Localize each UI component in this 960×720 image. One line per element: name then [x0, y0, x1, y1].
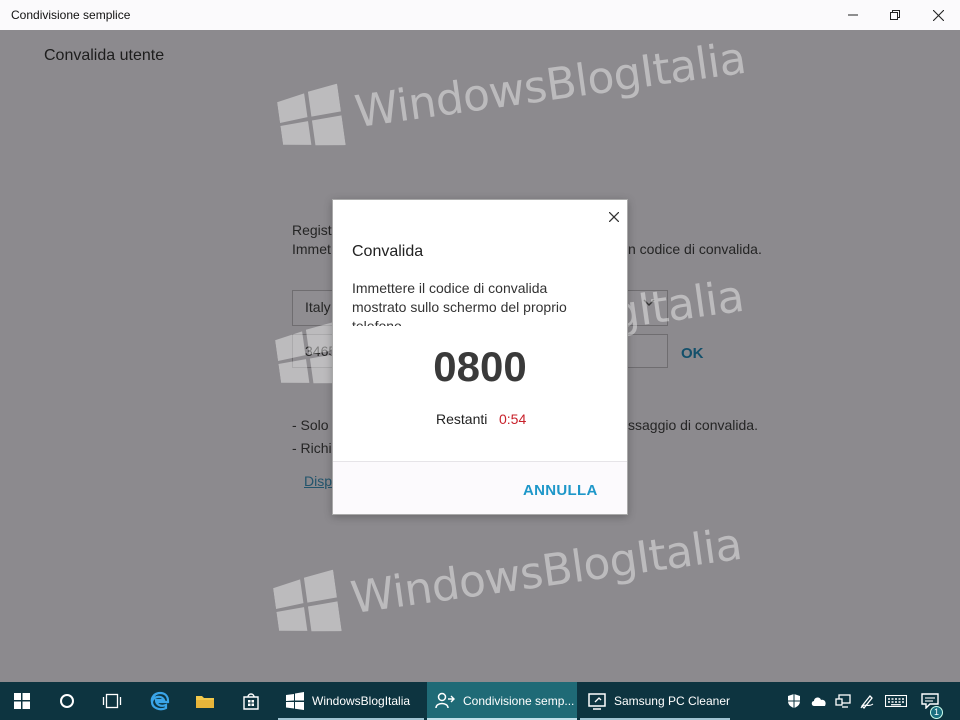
- dialog-close-button[interactable]: [605, 208, 623, 226]
- taskbar-app-label: WindowsBlogItalia: [312, 694, 411, 708]
- taskbar: WindowsBlogItalia Condivisione semp... S…: [0, 682, 960, 720]
- network-icon: [835, 694, 851, 708]
- dialog-title: Convalida: [352, 243, 424, 260]
- title-bar: Condivisione semplice: [0, 0, 960, 30]
- minimize-icon: [848, 14, 858, 16]
- onedrive-tray-button[interactable]: [806, 682, 832, 720]
- pen-workspace-icon: [860, 695, 874, 709]
- shield-icon: [788, 694, 800, 708]
- restore-button[interactable]: [872, 0, 918, 30]
- restore-icon: [890, 10, 900, 20]
- folder-icon: [196, 696, 214, 708]
- edge-button[interactable]: [138, 682, 182, 720]
- close-icon: [609, 212, 619, 222]
- taskbar-app-condivisione[interactable]: Condivisione semp...: [427, 682, 577, 720]
- note-line2: - Richi: [292, 440, 332, 456]
- taskbar-app-samsung-pc-cleaner[interactable]: Samsung PC Cleaner: [580, 682, 730, 720]
- remaining-label: Restanti: [436, 411, 488, 427]
- remaining-time: 0:54: [499, 411, 527, 427]
- task-view-icon: [102, 693, 122, 709]
- cortana-button[interactable]: [45, 682, 89, 720]
- intro-text-line2-tail: n codice di convalida.: [628, 241, 762, 257]
- defender-tray-button[interactable]: [781, 682, 807, 720]
- taskbar-app-windowsblogitalia[interactable]: WindowsBlogItalia: [278, 682, 424, 720]
- keyboard-icon: [885, 695, 907, 707]
- watermark: WindowsBlogItalia: [276, 30, 750, 154]
- window-title: Condivisione semplice: [11, 8, 131, 22]
- touch-keyboard-tray-button[interactable]: [880, 682, 912, 720]
- cortana-circle-icon: [60, 694, 74, 708]
- notification-count-badge: 1: [930, 706, 943, 719]
- intro-text-line2: Immet: [292, 241, 331, 257]
- chevron-down-icon: [643, 299, 655, 306]
- close-window-button[interactable]: [915, 0, 960, 30]
- taskbar-app-label: Condivisione semp...: [463, 694, 575, 708]
- validation-code: 0800: [433, 343, 527, 390]
- minimize-button[interactable]: [830, 0, 876, 30]
- task-view-button[interactable]: [90, 682, 134, 720]
- watermark-text: WindowsBlogItalia: [351, 32, 749, 138]
- intro-text-line1: Regist: [292, 222, 332, 238]
- watermark: WindowsBlogItalia: [272, 513, 746, 640]
- dialog-message: Immettere il codice di convalida mostrat…: [352, 280, 567, 326]
- store-button[interactable]: [229, 682, 273, 720]
- ok-button[interactable]: OK: [681, 345, 704, 362]
- windows-watermark-icon: [273, 569, 342, 632]
- page-title: Convalida utente: [44, 47, 165, 64]
- windows-logo-icon: [286, 692, 304, 710]
- windows-watermark-icon: [277, 83, 346, 146]
- network-tray-button[interactable]: [830, 682, 856, 720]
- taskbar-app-label: Samsung PC Cleaner: [613, 694, 730, 708]
- file-explorer-button[interactable]: [183, 682, 227, 720]
- pc-cleaner-icon: [588, 693, 606, 710]
- cloud-icon: [811, 697, 826, 706]
- pen-tray-button[interactable]: [854, 682, 880, 720]
- note-line1: - Solo: [292, 417, 329, 433]
- close-icon: [932, 9, 944, 21]
- validation-dialog: Convalida Immettere il codice di convali…: [332, 199, 628, 515]
- country-value: Italy: [305, 299, 331, 315]
- info-link[interactable]: Disp: [304, 473, 332, 489]
- dialog-footer: ANNULLA: [333, 461, 627, 514]
- cancel-button[interactable]: ANNULLA: [523, 482, 598, 499]
- edge-browser-icon: [150, 691, 170, 711]
- watermark-text: WindowsBlogItalia: [347, 518, 745, 624]
- windows-start-icon: [14, 693, 30, 709]
- start-button[interactable]: [0, 682, 44, 720]
- note-line1-tail: ssaggio di convalida.: [628, 417, 758, 433]
- store-bag-icon: [243, 693, 259, 710]
- user-share-icon: [435, 692, 455, 709]
